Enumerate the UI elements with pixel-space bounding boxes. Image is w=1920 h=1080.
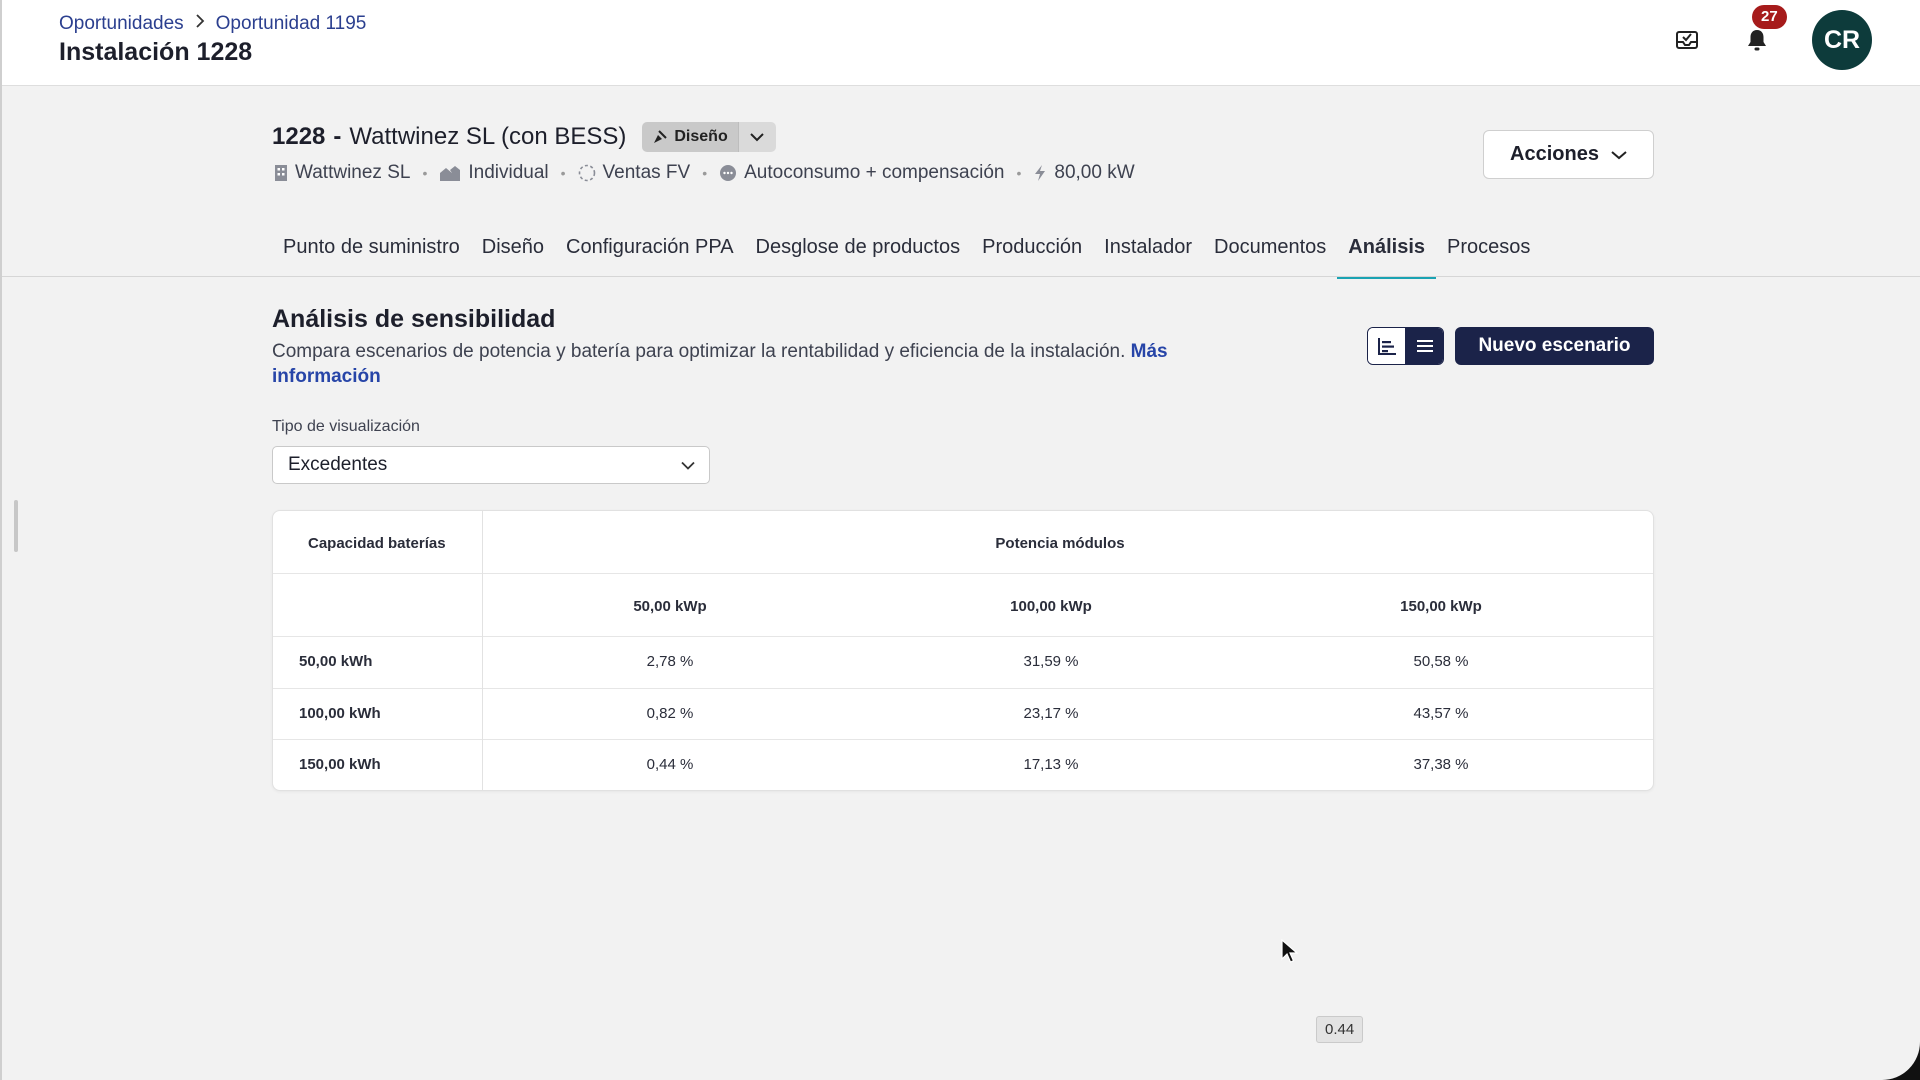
column-header: 50,00 kWp xyxy=(633,598,707,615)
table-cell: 43,57 % xyxy=(1413,705,1469,722)
table-cell: 2,78 % xyxy=(646,653,694,670)
tab-instalador[interactable]: Instalador xyxy=(1093,226,1203,278)
chart-view-button[interactable] xyxy=(1368,328,1406,364)
tab-punto-suministro[interactable]: Punto de suministro xyxy=(272,226,471,278)
houses-icon xyxy=(440,166,461,181)
column-group-header: Potencia módulos xyxy=(995,535,1125,552)
tab-desglose-productos[interactable]: Desglose de productos xyxy=(745,226,972,278)
tabs-divider xyxy=(2,276,1920,277)
visualization-select[interactable]: Excedentes xyxy=(272,446,710,484)
actions-button[interactable]: Acciones xyxy=(1483,130,1654,179)
meta-power: 80,00 kW xyxy=(1033,162,1135,184)
column-header: 100,00 kWp xyxy=(1010,598,1092,615)
tab-procesos[interactable]: Procesos xyxy=(1436,226,1541,278)
app-window: Oportunidades Oportunidad 1195 Instalaci… xyxy=(0,0,1920,1080)
column-header: 150,00 kWp xyxy=(1400,598,1482,615)
lightning-icon xyxy=(1035,165,1046,181)
sensitivity-table: Capacidad baterías Potencia módulos 50,0… xyxy=(272,510,1654,791)
tab-bar: Punto de suministro Diseño Configuración… xyxy=(272,226,1541,279)
view-toggle xyxy=(1367,327,1444,365)
table-cell: 23,17 % xyxy=(1023,705,1079,722)
table-cell: 31,59 % xyxy=(1023,653,1079,670)
meta-sales: Ventas FV xyxy=(578,162,690,184)
installation-header: 1228 - Wattwinez SL (con BESS) Diseño xyxy=(272,122,776,152)
title-separator: - xyxy=(333,123,342,150)
section-title: Análisis de sensibilidad xyxy=(272,305,556,333)
table-cell: 17,13 % xyxy=(1023,756,1079,773)
notifications-button[interactable]: 27 xyxy=(1742,5,1787,55)
table-cell: 0,82 % xyxy=(646,705,694,722)
installation-name: Wattwinez SL (con BESS) xyxy=(349,123,627,150)
installation-meta: Wattwinez SL • Individual • Ventas FV • … xyxy=(274,162,1135,184)
building-icon xyxy=(275,165,287,181)
page-title: Instalación 1228 xyxy=(59,38,253,66)
resize-handle[interactable] xyxy=(14,500,18,552)
row-label: 50,00 kWh xyxy=(299,653,373,670)
state-selector[interactable]: Diseño xyxy=(642,122,776,152)
inbox-check-icon xyxy=(1676,31,1698,49)
meta-type: Individual xyxy=(439,162,549,184)
row-header: Capacidad baterías xyxy=(308,535,446,552)
breadcrumb-oportunidad[interactable]: Oportunidad 1195 xyxy=(216,13,367,35)
top-bar: Oportunidades Oportunidad 1195 Instalaci… xyxy=(2,0,1920,86)
top-icons: 27 CR xyxy=(1672,5,1872,70)
design-tool-icon xyxy=(654,130,668,143)
tab-analisis[interactable]: Análisis xyxy=(1337,226,1436,279)
chevron-down-icon xyxy=(750,133,764,142)
task-inbox-button[interactable] xyxy=(1672,25,1702,55)
section-description: Compara escenarios de potencia y batería… xyxy=(272,341,1168,387)
row-label: 100,00 kWh xyxy=(299,705,381,722)
row-label: 150,00 kWh xyxy=(299,756,381,773)
chevron-down-icon xyxy=(1611,150,1627,159)
value-tooltip: 0.44 xyxy=(1316,1016,1364,1043)
state-dropdown-toggle[interactable] xyxy=(737,122,776,152)
tab-configuracion-ppa[interactable]: Configuración PPA xyxy=(555,226,745,278)
tab-documentos[interactable]: Documentos xyxy=(1203,226,1337,278)
meta-mode: Autoconsumo + compensación xyxy=(719,162,1004,184)
tab-diseno[interactable]: Diseño xyxy=(471,226,555,278)
bell-icon xyxy=(1748,30,1766,51)
notification-badge: 27 xyxy=(1752,5,1787,29)
list-view-button[interactable] xyxy=(1406,328,1443,364)
bar-chart-icon xyxy=(1377,338,1396,355)
chevron-down-icon xyxy=(681,461,695,470)
breadcrumb-oportunidades[interactable]: Oportunidades xyxy=(59,13,184,35)
table-cell: 37,38 % xyxy=(1413,756,1469,773)
list-icon xyxy=(1416,340,1433,352)
ellipsis-circle-icon xyxy=(720,165,737,181)
chevron-right-icon xyxy=(194,12,206,35)
meta-client: Wattwinez SL xyxy=(274,162,410,184)
table-cell: 50,58 % xyxy=(1413,653,1469,670)
state-label: Diseño xyxy=(674,128,728,145)
installation-id: 1228 xyxy=(272,123,326,150)
table-cell: 0,44 % xyxy=(646,756,694,773)
new-scenario-button[interactable]: Nuevo escenario xyxy=(1455,327,1654,365)
visualization-value: Excedentes xyxy=(288,454,388,475)
visualization-label: Tipo de visualización xyxy=(272,418,420,435)
tab-produccion[interactable]: Producción xyxy=(971,226,1093,278)
mouse-cursor-icon xyxy=(1281,938,1299,970)
breadcrumb: Oportunidades Oportunidad 1195 xyxy=(59,12,366,35)
dashed-circle-icon xyxy=(578,164,595,182)
avatar[interactable]: CR xyxy=(1812,10,1872,70)
